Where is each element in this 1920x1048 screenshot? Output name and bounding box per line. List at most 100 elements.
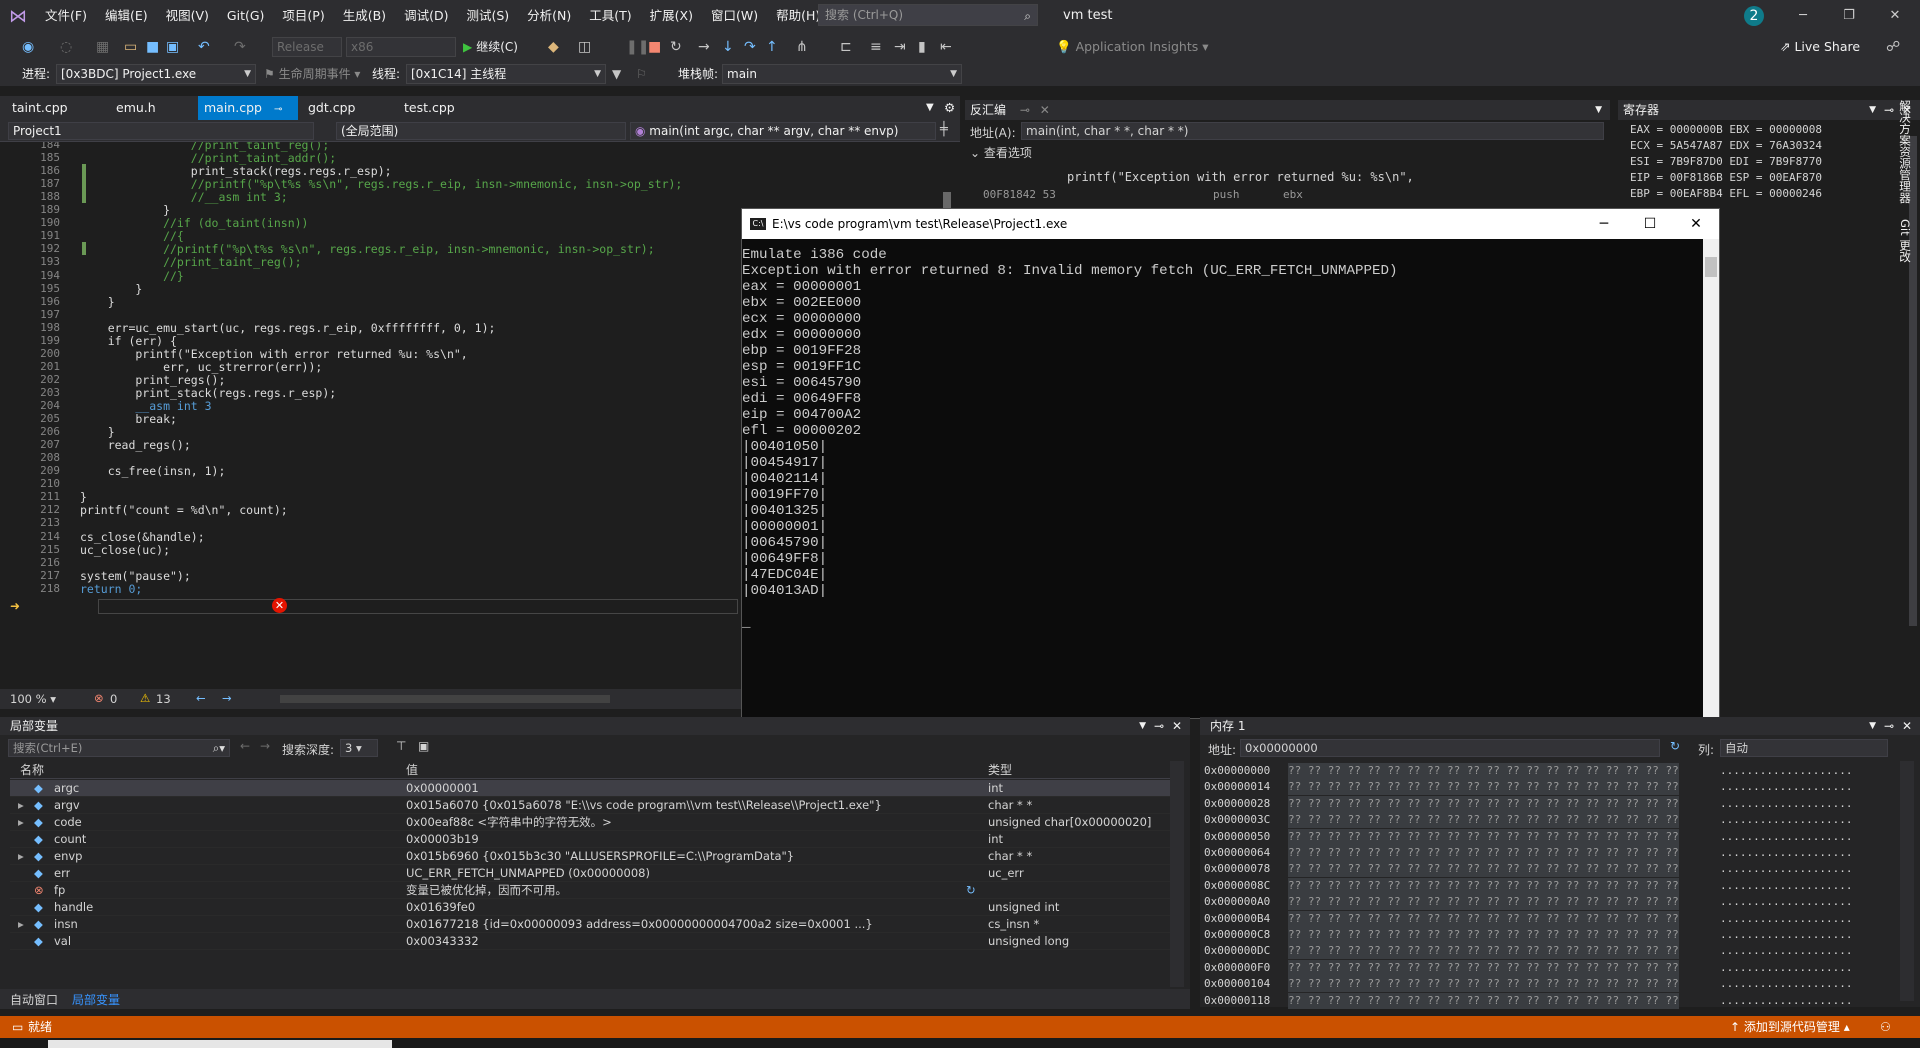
menu-edit[interactable]: 编辑(E) [96, 0, 157, 32]
tab-autos[interactable]: 自动窗口 [10, 991, 58, 1008]
variable-value[interactable]: 变量已被优化掉，因而不可用。 [406, 882, 966, 899]
split-editor-icon[interactable]: ╪ [940, 122, 948, 137]
console-minimize-button[interactable]: ─ [1581, 209, 1627, 239]
flag-thread-icon[interactable]: ⚐ [636, 64, 647, 84]
memory-row[interactable]: 0x000000F0 ?? ?? ?? ?? ?? ?? ?? ?? ?? ?? … [1204, 959, 1852, 976]
locals-row[interactable]: ⊗ fp 变量已被优化掉，因而不可用。 ↻ [10, 882, 1175, 899]
back-icon[interactable]: ◉ [22, 37, 34, 57]
memory-row[interactable]: 0x00000064 ?? ?? ?? ?? ?? ?? ?? ?? ?? ?? … [1204, 845, 1852, 861]
pin-icon[interactable]: ⊸ [1154, 717, 1164, 735]
feedback-icon[interactable]: ☍ [1886, 37, 1900, 57]
memory-row[interactable]: 0x000000B4 ?? ?? ?? ?? ?? ?? ?? ?? ?? ?? … [1204, 910, 1852, 927]
chevron-down-icon[interactable]: ▼ [1869, 100, 1876, 120]
step-out-icon[interactable]: ↑ [766, 37, 778, 57]
menu-project[interactable]: 项目(P) [273, 0, 333, 32]
memory-row[interactable]: 0x00000118 ?? ?? ?? ?? ?? ?? ?? ?? ?? ?? … [1204, 992, 1852, 1009]
variable-value[interactable]: 0x01639fe0 [406, 899, 966, 916]
process-select[interactable]: [0x3BDC] Project1.exe ▼ [56, 64, 256, 84]
disasm-address-input[interactable]: main(int, char * *, char * *) [1021, 122, 1604, 140]
locals-row[interactable]: ▸ ◆ envp 0x015b6960 {0x015b3c30 "ALLUSERSPR… [10, 848, 1175, 865]
warning-count[interactable]: 13 [156, 692, 171, 706]
nav-forward-icon[interactable]: → [222, 691, 232, 705]
step-over-icon[interactable]: ↷ [744, 37, 756, 57]
memory-row[interactable]: 0x0000008C ?? ?? ?? ?? ?? ?? ?? ?? ?? ?? … [1204, 877, 1852, 894]
application-insights-button[interactable]: 💡 Application Insights ▾ [1056, 37, 1209, 57]
variable-value[interactable]: 0x00003b19 [406, 831, 966, 848]
platform-select[interactable]: x86 [346, 37, 456, 57]
step-into-icon[interactable]: ↓ [722, 37, 734, 57]
variable-value[interactable]: 0x01677218 {id=0x00000093 address=0x0000… [406, 916, 966, 933]
expand-chevron-icon[interactable]: ▸ [18, 916, 24, 933]
open-folder-icon[interactable]: ▭ [124, 37, 137, 57]
memory-row[interactable]: 0x0000003C ?? ?? ?? ?? ?? ?? ?? ?? ?? ?? … [1204, 812, 1852, 829]
variable-value[interactable]: 0x00343332 [406, 933, 966, 950]
pin-icon[interactable]: ⊸ [1884, 717, 1894, 735]
locals-scrollbar[interactable] [1170, 761, 1184, 987]
memory-row[interactable]: 0x000000C8 ?? ?? ?? ?? ?? ?? ?? ?? ?? ?? … [1204, 927, 1852, 943]
chevron-down-icon[interactable]: ▼ [1869, 717, 1876, 735]
console-scrollbar[interactable] [1703, 239, 1719, 719]
menu-build[interactable]: 生成(B) [334, 0, 395, 32]
search-icon[interactable]: ⌕▾ [213, 740, 225, 756]
minimize-button[interactable]: ─ [1780, 0, 1826, 32]
variable-value[interactable]: UC_ERR_FETCH_UNMAPPED (0x00000008) [406, 865, 966, 882]
zoom-level[interactable]: 100 % ▾ [10, 692, 56, 706]
tab-emu-h[interactable]: emu.h [110, 96, 162, 120]
threads-icon[interactable]: ⊏ [840, 37, 852, 57]
menu-tools[interactable]: 工具(T) [580, 0, 640, 32]
stack-frame-select[interactable]: main ▼ [722, 64, 962, 84]
console-window[interactable]: C:\ E:\vs code program\vm test\Release\P… [741, 208, 1720, 719]
disassembly-tab[interactable]: 反汇编 ⊸ ✕ ▼ [965, 100, 1610, 120]
menu-analyze[interactable]: 分析(N) [518, 0, 580, 32]
chevron-down-icon[interactable]: ▼ [1595, 100, 1602, 120]
function-select[interactable]: ◉ main(int argc, char ** argv, char ** e… [630, 122, 936, 140]
memory-row[interactable]: 0x000000DC ?? ?? ?? ?? ?? ?? ?? ?? ?? ?? … [1204, 943, 1852, 960]
stop-icon[interactable]: ■ [648, 37, 661, 57]
menu-git[interactable]: Git(G) [218, 0, 274, 32]
variable-value[interactable]: 0x015a6070 {0x015a6078 "E:\\vs code prog… [406, 797, 966, 814]
view-options-toggle[interactable]: ⌄ 查看选项 [970, 144, 1032, 161]
memory-row[interactable]: 0x00000050 ?? ?? ?? ?? ?? ?? ?? ?? ?? ?? … [1204, 828, 1852, 845]
notifications-icon[interactable]: ⚇ [1880, 1016, 1891, 1038]
comment-icon[interactable]: ≡ [870, 37, 882, 57]
menu-window[interactable]: 窗口(W) [702, 0, 767, 32]
view-toggle-icon[interactable]: ▣ [418, 739, 429, 753]
undo-icon[interactable]: ↶ [198, 37, 210, 57]
variable-value[interactable]: 0x00000001 [406, 780, 966, 797]
locals-row[interactable]: ▸ ◆ code 0x00eaf88c <字符串中的字符无效。> unsigned ch… [10, 814, 1175, 831]
bookmark-prev-icon[interactable]: ⇤ [940, 37, 952, 57]
column-value[interactable]: 值 [406, 761, 418, 779]
horizontal-scrollbar[interactable] [280, 695, 610, 703]
tab-list-dropdown-icon[interactable]: ▼ [920, 96, 940, 120]
pin-icon[interactable]: ⊸ [274, 104, 282, 115]
save-icon[interactable]: ■ [146, 37, 159, 57]
tab-main-cpp[interactable]: main.cpp ⊸ ✕ [198, 96, 298, 141]
column-name[interactable]: 名称 [20, 761, 44, 779]
console-maximize-button[interactable]: ☐ [1627, 209, 1673, 239]
close-icon[interactable]: ✕ [1040, 103, 1050, 117]
hot-reload-icon[interactable]: ◆ [548, 37, 559, 57]
tab-test-cpp[interactable]: test.cpp [398, 96, 461, 120]
locals-row[interactable]: ◆ count 0x00003b19 int [10, 831, 1175, 848]
refresh-icon[interactable]: ↻ [1670, 739, 1680, 753]
error-count[interactable]: 0 [110, 692, 117, 706]
menu-debug[interactable]: 调试(D) [395, 0, 457, 32]
memory-row[interactable]: 0x00000078 ?? ?? ?? ?? ?? ?? ?? ?? ?? ?? … [1204, 861, 1852, 878]
chevron-down-icon[interactable]: ▼ [1139, 717, 1146, 735]
column-type[interactable]: 类型 [988, 761, 1012, 779]
expand-chevron-icon[interactable]: ▸ [18, 814, 24, 831]
variable-value[interactable]: 0x00eaf88c <字符串中的字符无效。> [406, 814, 966, 831]
close-button[interactable]: ✕ [1872, 0, 1918, 32]
hex-display-icon[interactable]: ⋔ [796, 37, 808, 57]
menu-test[interactable]: 测试(S) [457, 0, 518, 32]
memory-row[interactable]: 0x000000A0 ?? ?? ?? ?? ?? ?? ?? ?? ?? ?? … [1204, 894, 1852, 911]
locals-row[interactable]: ◆ err UC_ERR_FETCH_UNMAPPED (0x00000008) uc… [10, 865, 1175, 882]
notification-badge[interactable]: 2 [1744, 6, 1764, 26]
side-tab-git-changes[interactable]: Git 更改 [1898, 219, 1912, 262]
indent-icon[interactable]: ⇥ [894, 37, 906, 57]
registers-tab[interactable]: 寄存器 ▼ ⊸ ✕ [1618, 100, 1920, 120]
expand-chevron-icon[interactable]: ▸ [18, 848, 24, 865]
scope-select[interactable]: (全局范围) [336, 122, 626, 140]
pin-column-icon[interactable]: ⊤ [396, 739, 406, 753]
memory-address-input[interactable]: 0x00000000 [1240, 739, 1660, 757]
